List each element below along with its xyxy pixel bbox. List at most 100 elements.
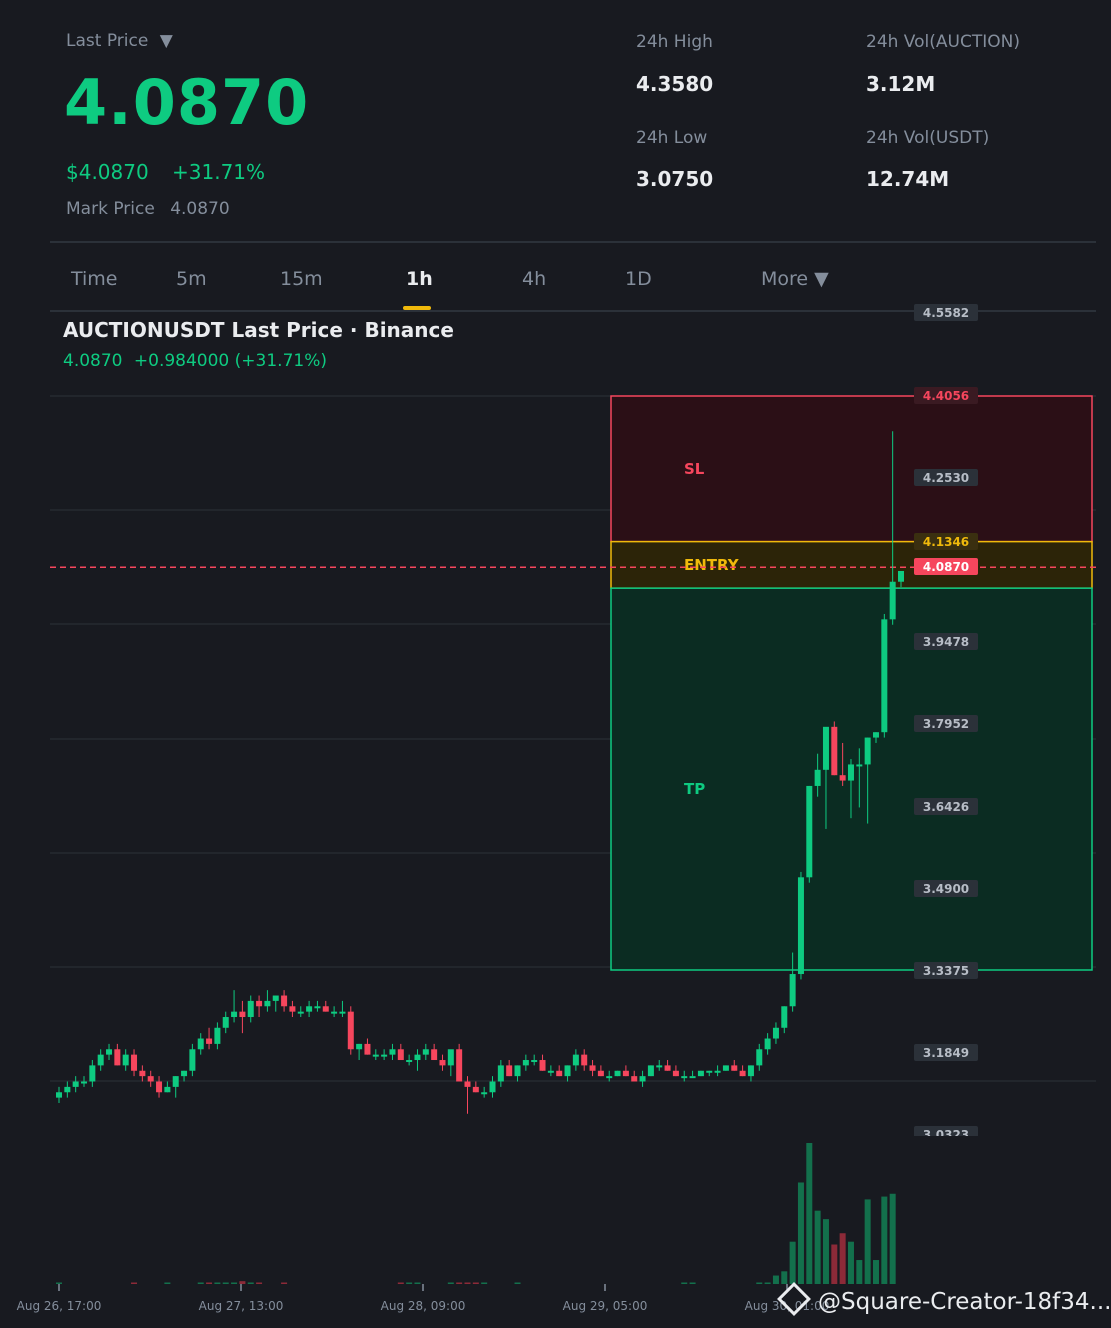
watermark-text: @Square-Creator-18f34...	[818, 1289, 1111, 1315]
y-axis-crop	[906, 1136, 986, 1146]
volume-bar	[56, 1282, 62, 1284]
candle-body	[606, 1076, 613, 1079]
candle-body	[339, 1011, 346, 1014]
candle-body	[422, 1049, 429, 1055]
volume-bar	[247, 1282, 254, 1284]
volume-bar	[772, 1275, 779, 1284]
candle-body	[522, 1060, 529, 1066]
candle-body	[247, 1000, 254, 1018]
sl-label: SL	[684, 460, 705, 478]
volume-bar	[881, 1196, 888, 1284]
candle-body	[622, 1070, 629, 1077]
volume-bar	[689, 1282, 696, 1284]
candle-body	[347, 1011, 354, 1050]
volume-bar	[406, 1282, 413, 1284]
volume-bar	[414, 1282, 421, 1284]
candle-body	[122, 1054, 129, 1066]
candle-body	[447, 1049, 454, 1066]
candle-body	[214, 1027, 221, 1044]
candle-body	[406, 1060, 413, 1063]
tp-label: TP	[684, 780, 705, 798]
y-axis-label: 3.3375	[923, 964, 969, 978]
y-axis-label: 4.2530	[923, 471, 969, 485]
candle-body	[56, 1092, 62, 1098]
candle-body	[131, 1054, 138, 1071]
candle-body	[114, 1049, 121, 1066]
candle-body	[497, 1065, 504, 1082]
volume-bar	[797, 1182, 804, 1284]
candle-body	[564, 1065, 571, 1077]
y-axis-label: 4.4056	[923, 389, 969, 403]
candle-body	[97, 1054, 104, 1066]
candle-body	[197, 1038, 204, 1050]
volume-bar	[206, 1282, 213, 1284]
candle-body	[714, 1070, 721, 1073]
candle-body	[689, 1076, 696, 1079]
x-axis-label: Aug 29, 05:00	[563, 1299, 648, 1313]
candle-body	[89, 1065, 96, 1082]
candlestick-chart[interactable]: SL ENTRY TP 4.5582 4.4056 4.2530 4.1346 4.0870 3…	[0, 0, 1111, 1328]
candle-body	[64, 1086, 71, 1093]
candle-body	[797, 877, 804, 975]
candle-body	[372, 1054, 379, 1057]
candle-body	[647, 1065, 654, 1077]
candle-body	[431, 1049, 438, 1061]
candle-body	[531, 1060, 538, 1063]
candle-body	[156, 1081, 163, 1093]
volume-bar	[789, 1241, 796, 1284]
candle-body	[864, 737, 871, 765]
volume-bar	[131, 1282, 138, 1284]
candle-body	[272, 995, 279, 1001]
volume-bar	[864, 1199, 871, 1284]
candle-body	[331, 1011, 338, 1014]
candle-body	[581, 1054, 588, 1066]
candle-body	[189, 1049, 196, 1071]
candle-body	[898, 570, 904, 582]
volume-bar	[889, 1193, 896, 1284]
candle-body	[506, 1065, 513, 1077]
volume-bar	[281, 1282, 288, 1284]
volume-bar	[397, 1282, 404, 1284]
candle-body	[314, 1006, 321, 1009]
volume-bar	[256, 1282, 263, 1284]
candle-body	[831, 726, 838, 776]
candle-body	[356, 1043, 363, 1050]
candle-body	[472, 1086, 479, 1093]
candle-body	[514, 1065, 521, 1077]
candle-body	[147, 1076, 154, 1082]
candle-body	[256, 1000, 263, 1007]
volume-bar	[681, 1282, 688, 1284]
candle-body	[381, 1054, 388, 1057]
y-axis-label: 3.4900	[923, 882, 969, 896]
candle-body	[656, 1065, 663, 1068]
y-axis-label: 4.5582	[923, 306, 969, 320]
candle-body	[839, 775, 846, 781]
y-axis-label: 3.6426	[923, 800, 969, 814]
volume-bar	[822, 1219, 829, 1284]
candle-body	[664, 1065, 671, 1071]
candle-body	[206, 1038, 213, 1044]
candle-body	[547, 1070, 554, 1073]
volume-bar	[514, 1282, 521, 1284]
candle-body	[597, 1070, 604, 1077]
x-axis-label: Aug 28, 09:00	[381, 1299, 466, 1313]
candle-body	[264, 1000, 271, 1007]
volume-bar	[806, 1143, 813, 1284]
entry-label: ENTRY	[684, 556, 740, 574]
volume-bar	[781, 1271, 788, 1284]
volume-bar	[214, 1282, 221, 1284]
volume-bar	[197, 1282, 204, 1284]
candle-body	[822, 726, 829, 770]
candle-body	[764, 1038, 771, 1050]
volume-bar	[472, 1282, 479, 1284]
candle-body	[306, 1006, 313, 1012]
candle-body	[456, 1049, 463, 1082]
candle-body	[872, 732, 879, 738]
candle-body	[139, 1070, 146, 1077]
candle-body	[289, 1006, 296, 1012]
candle-body	[414, 1054, 421, 1061]
candle-body	[106, 1049, 113, 1055]
candle-body	[589, 1065, 596, 1071]
candle-body	[756, 1049, 763, 1066]
candle-body	[614, 1070, 621, 1077]
